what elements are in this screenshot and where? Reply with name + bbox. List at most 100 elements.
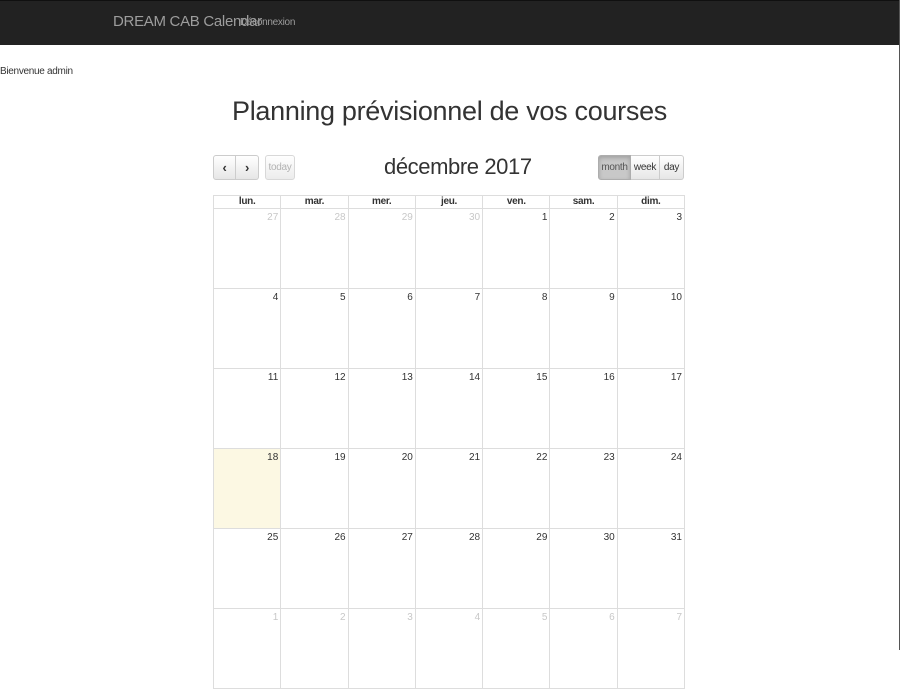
day-number: 24: [670, 452, 682, 463]
calendar-day-cell[interactable]: 14: [414, 368, 484, 449]
day-number: 30: [603, 532, 615, 543]
calendar-day-cell[interactable]: 8: [482, 288, 551, 369]
calendar-day-cell[interactable]: 21: [414, 448, 484, 529]
calendar-day-cell[interactable]: 4: [212, 288, 282, 369]
chevron-right-icon: ›: [244, 160, 250, 175]
calendar-day-cell[interactable]: 1: [212, 608, 282, 689]
calendar-day-cell[interactable]: 3: [347, 608, 416, 689]
calendar-day-cell[interactable]: 30: [549, 528, 618, 609]
calendar-day-cell[interactable]: 10: [616, 288, 686, 369]
day-number: 16: [603, 372, 615, 383]
day-number: 7: [676, 612, 682, 623]
day-number: 18: [267, 452, 279, 463]
calendar-day-cell[interactable]: 24: [616, 448, 686, 529]
calendar-day-cell[interactable]: 7: [414, 288, 484, 369]
view-switcher: month week day: [598, 155, 684, 180]
calendar-day-cell[interactable]: 28: [280, 208, 349, 289]
top-navbar: DREAM CAB Calendar Déconnexion: [0, 0, 899, 45]
calendar-day-cell[interactable]: 16: [549, 368, 618, 449]
month-title: décembre 2017: [384, 154, 532, 179]
calendar-day-cell[interactable]: 29: [347, 208, 416, 289]
day-number: 6: [609, 612, 615, 623]
next-button[interactable]: ›: [236, 155, 259, 180]
calendar-day-cell[interactable]: 15: [482, 368, 551, 449]
day-number: 5: [340, 292, 346, 303]
prev-button[interactable]: ‹: [213, 155, 236, 180]
weekday-header: lun.: [212, 195, 282, 209]
day-view-button[interactable]: day: [660, 155, 684, 180]
day-number: 27: [267, 212, 279, 223]
calendar-day-cell[interactable]: 23: [549, 448, 618, 529]
day-number: 17: [670, 372, 682, 383]
calendar-week-row: 25 26 27 28 29 30 31: [212, 528, 686, 609]
calendar-day-cell[interactable]: 12: [280, 368, 349, 449]
chevron-left-icon: ‹: [222, 160, 227, 175]
day-number: 28: [334, 212, 346, 223]
day-number: 29: [536, 532, 548, 543]
calendar-day-cell[interactable]: 1: [482, 208, 551, 289]
calendar-day-cell[interactable]: 7: [616, 608, 686, 689]
weekday-header: sam.: [549, 195, 618, 209]
calendar-day-cell[interactable]: 31: [616, 528, 686, 609]
calendar-day-cell[interactable]: 2: [280, 608, 349, 689]
calendar-day-cell[interactable]: 25: [212, 528, 282, 609]
day-number: 9: [609, 292, 615, 303]
day-number: 1: [541, 212, 548, 223]
day-number: 29: [401, 212, 413, 223]
weekday-header: ven.: [482, 195, 551, 209]
today-button[interactable]: today: [265, 155, 295, 180]
day-number: 1: [272, 612, 279, 623]
welcome-message: Bienvenue admin: [0, 66, 73, 77]
calendar-day-cell[interactable]: 27: [212, 208, 282, 289]
calendar-day-cell[interactable]: 5: [482, 608, 551, 689]
calendar-week-row: 4 5 6 7 8 9 10: [212, 288, 686, 369]
day-number: 4: [272, 292, 279, 303]
calendar-day-cell[interactable]: 22: [482, 448, 551, 529]
calendar-day-cell[interactable]: 2: [549, 208, 618, 289]
day-number: 19: [334, 452, 346, 463]
day-number: 15: [536, 372, 548, 383]
calendar-day-cell[interactable]: 3: [616, 208, 686, 289]
calendar-week-row: 18 19 20 21 22 23 24: [212, 448, 686, 529]
calendar-day-cell[interactable]: 4: [414, 608, 484, 689]
day-number: 22: [536, 452, 548, 463]
calendar-day-cell[interactable]: 26: [280, 528, 349, 609]
page-title: Planning prévisionnel de vos courses: [232, 96, 667, 126]
day-number: 27: [401, 532, 413, 543]
weekday-header: jeu.: [414, 195, 484, 209]
calendar-day-cell[interactable]: 6: [549, 608, 618, 689]
calendar-day-cell[interactable]: 27: [347, 528, 416, 609]
calendar-day-cell[interactable]: 6: [347, 288, 416, 369]
calendar-week-row: 11 12 13 14 15 16 17: [212, 368, 686, 449]
calendar-day-cell[interactable]: 29: [482, 528, 551, 609]
day-number: 2: [340, 612, 346, 623]
calendar-day-cell[interactable]: 5: [280, 288, 349, 369]
calendar-day-cell[interactable]: 19: [280, 448, 349, 529]
weekday-header: dim.: [616, 195, 686, 209]
day-number: 30: [469, 212, 481, 223]
calendar-day-cell[interactable]: 28: [414, 528, 484, 609]
day-number: 7: [474, 292, 481, 303]
calendar-week-row: 1 2 3 4 5 6 7: [212, 608, 686, 689]
calendar-day-cell[interactable]: 11: [212, 368, 282, 449]
day-number: 3: [407, 612, 413, 623]
calendar-day-cell[interactable]: 13: [347, 368, 416, 449]
day-number: 25: [267, 532, 279, 543]
day-number: 6: [407, 292, 413, 303]
calendar-day-cell[interactable]: 20: [347, 448, 416, 529]
day-number: 21: [469, 452, 481, 463]
logout-link[interactable]: Déconnexion: [240, 17, 295, 28]
day-number: 20: [401, 452, 413, 463]
week-view-button[interactable]: week: [631, 155, 660, 180]
day-number: 26: [334, 532, 346, 543]
calendar-day-cell-today[interactable]: 18: [212, 448, 282, 529]
calendar-day-cell[interactable]: 30: [414, 208, 484, 289]
day-number: 12: [334, 372, 346, 383]
day-number: 28: [469, 532, 481, 543]
prev-next-group: ‹ ›: [213, 155, 259, 180]
calendar-day-cell[interactable]: 17: [616, 368, 686, 449]
day-number: 10: [670, 292, 682, 303]
calendar-day-cell[interactable]: 9: [549, 288, 618, 369]
month-view-button[interactable]: month: [598, 155, 631, 180]
day-number: 4: [474, 612, 481, 623]
